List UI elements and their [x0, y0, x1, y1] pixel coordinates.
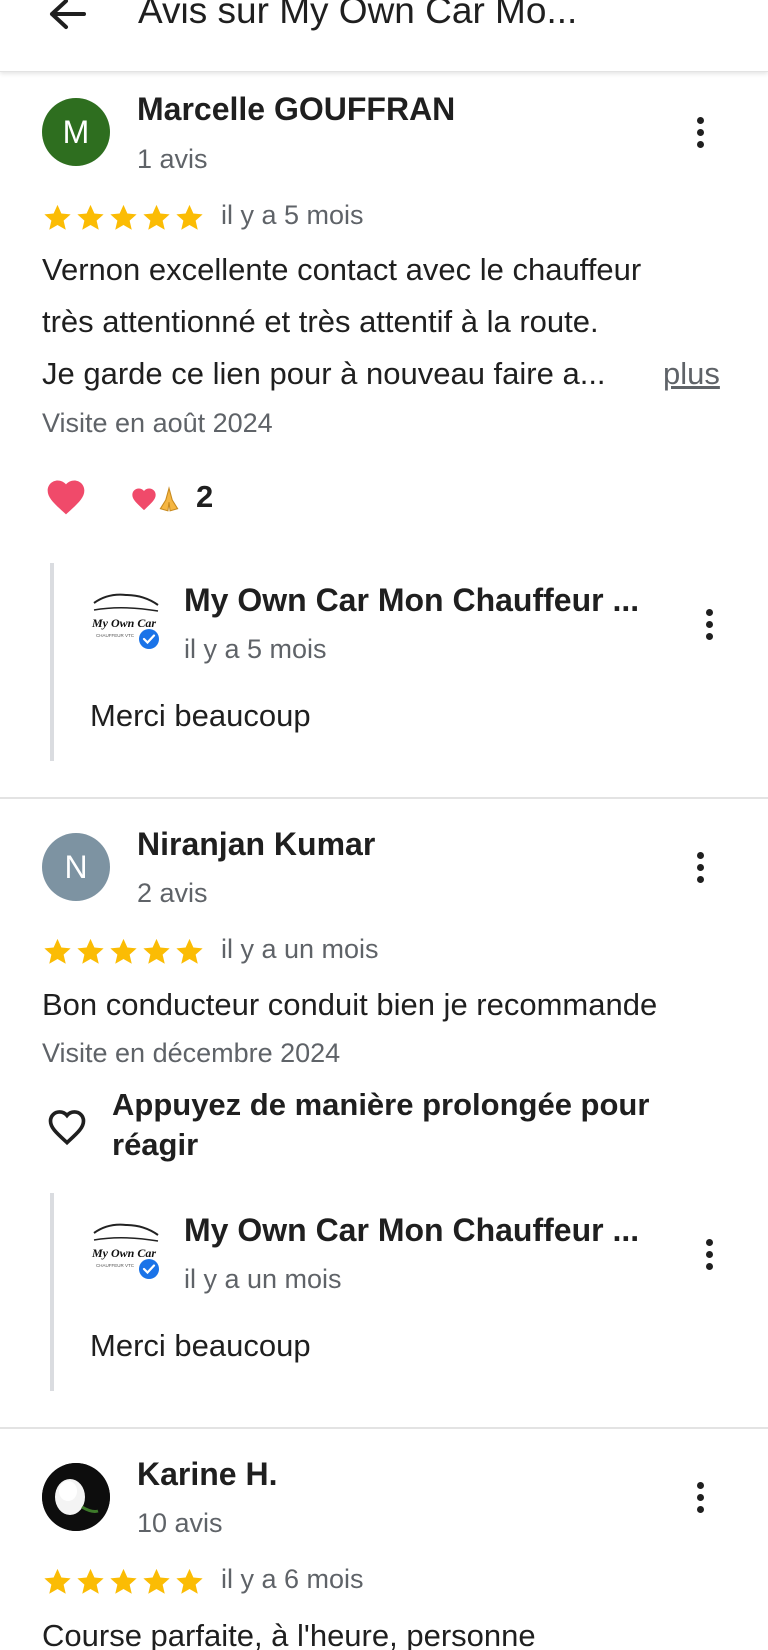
review-text-line: Course parfaite, à l'heure, personne: [42, 1618, 536, 1650]
reviewer-name[interactable]: Karine H.: [137, 1456, 277, 1493]
back-button[interactable]: [44, 0, 94, 34]
star-icon: [44, 1568, 71, 1594]
more-options-button[interactable]: [685, 1475, 715, 1519]
page-title: Avis sur My Own Car Mo...: [138, 0, 578, 31]
star-icon: [176, 1568, 203, 1594]
review-date: il y a 6 mois: [221, 1564, 364, 1594]
top-app-bar: Avis sur My Own Car Mo...: [0, 0, 768, 72]
review-card: Karine H. 10 avis il y a 6 mois Course p…: [0, 0, 768, 1650]
star-icon: [77, 1568, 104, 1594]
star-icon: [143, 1568, 170, 1594]
more-vert-icon: [696, 1481, 704, 1489]
back-arrow-icon: [50, 0, 86, 29]
star-rating: [42, 1567, 205, 1597]
reviewer-review-count: 10 avis: [137, 1508, 223, 1538]
star-icon: [110, 1568, 137, 1594]
avatar[interactable]: [42, 1463, 110, 1531]
